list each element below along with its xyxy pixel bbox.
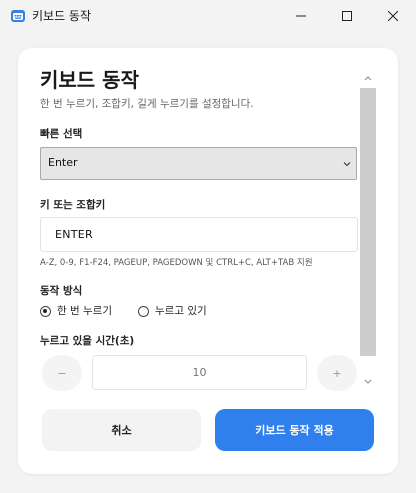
radio-press-hold-label: 누르고 있기	[155, 305, 207, 317]
maximize-icon	[342, 11, 352, 21]
scroll-down-icon[interactable]	[363, 378, 373, 386]
maximize-button[interactable]	[324, 0, 370, 32]
minimize-icon	[296, 15, 306, 17]
quick-select-label: 빠른 선택	[40, 128, 83, 140]
scrollbar[interactable]	[360, 72, 376, 392]
scroll-thumb[interactable]	[360, 88, 376, 356]
hold-time-value: 10	[192, 366, 207, 379]
cancel-button[interactable]: 취소	[42, 409, 201, 451]
key-input-hint: A-Z, 0-9, F1-F24, PAGEUP, PAGEDOWN 및 CTR…	[40, 258, 313, 268]
quick-select-value: Enter	[48, 156, 78, 169]
apply-button[interactable]: 키보드 동작 적용	[215, 409, 374, 451]
app-icon	[11, 10, 25, 22]
action-mode-label: 동작 방식	[40, 285, 83, 297]
quick-select-dropdown[interactable]: Enter	[40, 147, 357, 180]
key-input-value: ENTER	[55, 228, 93, 241]
dialog-card: 키보드 동작 한 번 누르기, 조합키, 길게 누르기를 설정합니다. 빠른 선…	[18, 48, 398, 474]
hold-time-input[interactable]: 10	[92, 355, 307, 390]
minimize-button[interactable]	[278, 0, 324, 32]
radio-press-hold[interactable]: 누르고 있기	[138, 304, 207, 318]
radio-button-unchecked[interactable]	[138, 305, 149, 317]
increment-button[interactable]: +	[317, 355, 357, 391]
close-icon	[388, 11, 398, 21]
dialog-title: 키보드 동작	[40, 68, 139, 92]
plus-icon: +	[332, 366, 342, 380]
window-title: 키보드 동작	[32, 9, 92, 23]
radio-press-once[interactable]: 한 번 누르기	[40, 304, 112, 318]
hold-time-label: 누르고 있을 시간(초)	[40, 335, 135, 347]
close-button[interactable]	[370, 0, 416, 32]
radio-press-once-label: 한 번 누르기	[57, 305, 112, 317]
key-input-label: 키 또는 조합키	[40, 199, 106, 211]
decrement-button[interactable]: −	[42, 355, 82, 391]
dialog-subtitle: 한 번 누르기, 조합키, 길게 누르기를 설정합니다.	[40, 98, 254, 110]
radio-button-checked[interactable]	[40, 305, 51, 317]
scroll-up-icon[interactable]	[363, 74, 373, 82]
chevron-down-icon	[343, 162, 351, 167]
title-bar: 키보드 동작	[0, 0, 416, 32]
minus-icon: −	[57, 366, 67, 380]
key-input-field[interactable]: ENTER	[40, 217, 358, 252]
